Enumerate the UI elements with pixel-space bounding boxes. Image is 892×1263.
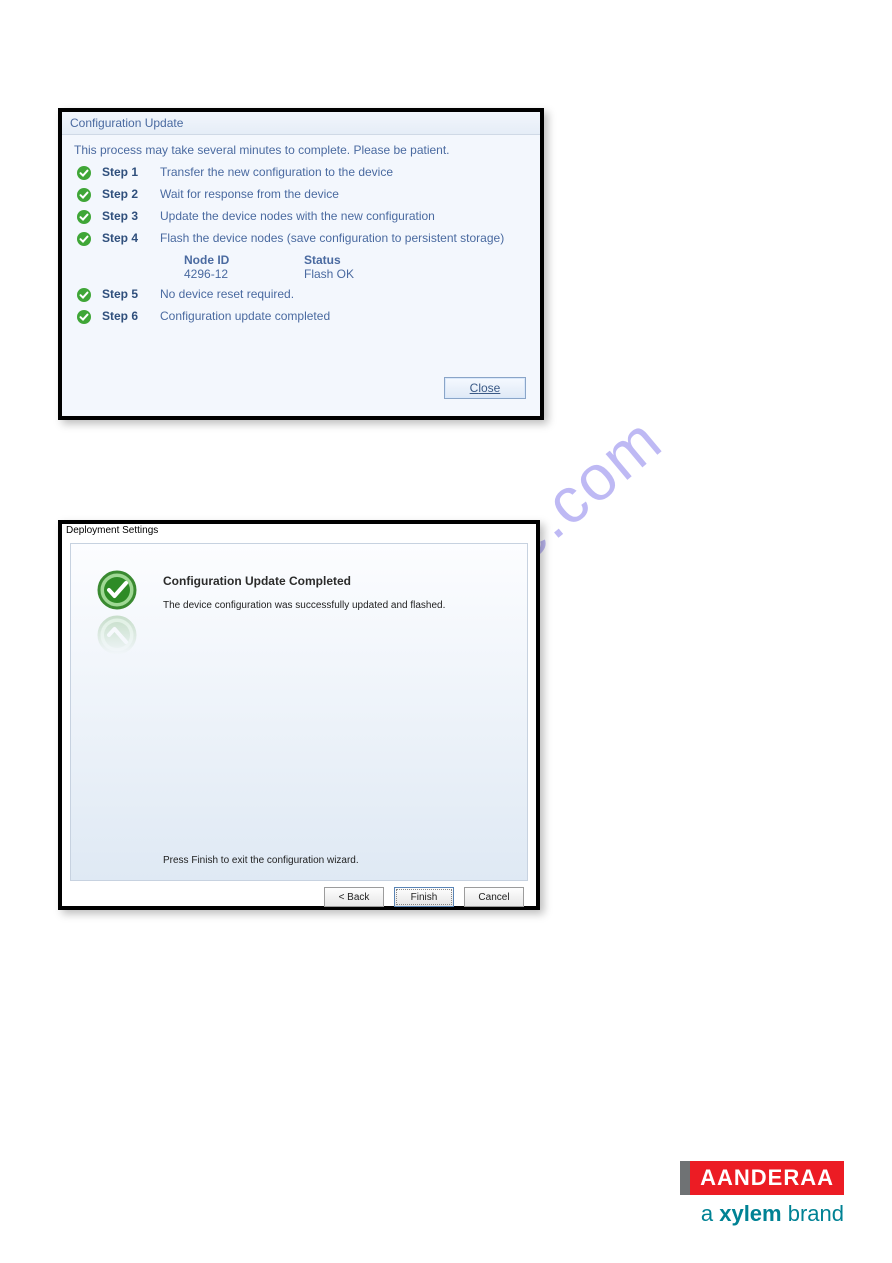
step-label: Step 1 (102, 165, 150, 179)
finish-button[interactable]: Finish (394, 887, 454, 907)
step-row: Step 3 Update the device nodes with the … (74, 209, 530, 225)
check-icon (76, 287, 92, 303)
table-cell-status: Flash OK (304, 267, 424, 281)
brand-tagline-a: a (701, 1201, 719, 1226)
wizard-panel: Configuration Update Completed The devic… (70, 543, 528, 881)
step-description: Transfer the new configuration to the de… (160, 165, 530, 179)
deployment-settings-dialog: Deployment Settings Configuration Update… (58, 520, 540, 910)
step-description: Wait for response from the device (160, 187, 530, 201)
step-description: Configuration update completed (160, 309, 530, 323)
brand-footer: AANDERAA a xylem brand (680, 1161, 844, 1227)
success-icon (97, 570, 137, 610)
brand-tagline: a xylem brand (680, 1201, 844, 1227)
brand-tagline-xylem: xylem (719, 1201, 781, 1226)
dialog-title: Configuration Update (62, 112, 540, 135)
step-label: Step 4 (102, 231, 150, 245)
close-button[interactable]: Close (444, 377, 526, 399)
table-cell-node: 4296-12 (184, 267, 304, 281)
step-description: Flash the device nodes (save configurati… (160, 231, 530, 245)
step-row: Step 4 Flash the device nodes (save conf… (74, 231, 530, 247)
wizard-heading: Configuration Update Completed (163, 574, 513, 588)
step-row: Step 1 Transfer the new configuration to… (74, 165, 530, 181)
step-row: Step 2 Wait for response from the device (74, 187, 530, 203)
brand-logo: AANDERAA (680, 1161, 844, 1195)
back-button[interactable]: < Back (324, 887, 384, 907)
check-icon (76, 231, 92, 247)
check-icon (76, 165, 92, 181)
step-label: Step 2 (102, 187, 150, 201)
configuration-update-dialog: Configuration Update This process may ta… (58, 108, 544, 420)
wizard-footer-text: Press Finish to exit the configuration w… (163, 855, 359, 866)
step-label: Step 6 (102, 309, 150, 323)
step-row: Step 6 Configuration update completed (74, 309, 530, 325)
cancel-button[interactable]: Cancel (464, 887, 524, 907)
intro-text: This process may take several minutes to… (74, 143, 530, 157)
close-label-rest: lose (478, 381, 500, 395)
success-icon-wrap (97, 570, 137, 658)
wizard-subtext: The device configuration was successfull… (163, 600, 513, 611)
check-icon (76, 209, 92, 225)
success-icon-reflection (97, 615, 137, 655)
check-icon (76, 309, 92, 325)
step-label: Step 3 (102, 209, 150, 223)
brand-tagline-brand: brand (782, 1201, 844, 1226)
check-icon (76, 187, 92, 203)
flash-status-table: Node ID Status 4296-12 Flash OK (184, 253, 530, 281)
dialog-title: Deployment Settings (62, 524, 536, 537)
step-row: Step 5 No device reset required. (74, 287, 530, 303)
step-description: No device reset required. (160, 287, 530, 301)
wizard-button-row: < Back Finish Cancel (62, 881, 536, 907)
step-label: Step 5 (102, 287, 150, 301)
table-header-node: Node ID (184, 253, 304, 267)
step-description: Update the device nodes with the new con… (160, 209, 530, 223)
table-header-status: Status (304, 253, 424, 267)
dialog-body: This process may take several minutes to… (62, 135, 540, 415)
